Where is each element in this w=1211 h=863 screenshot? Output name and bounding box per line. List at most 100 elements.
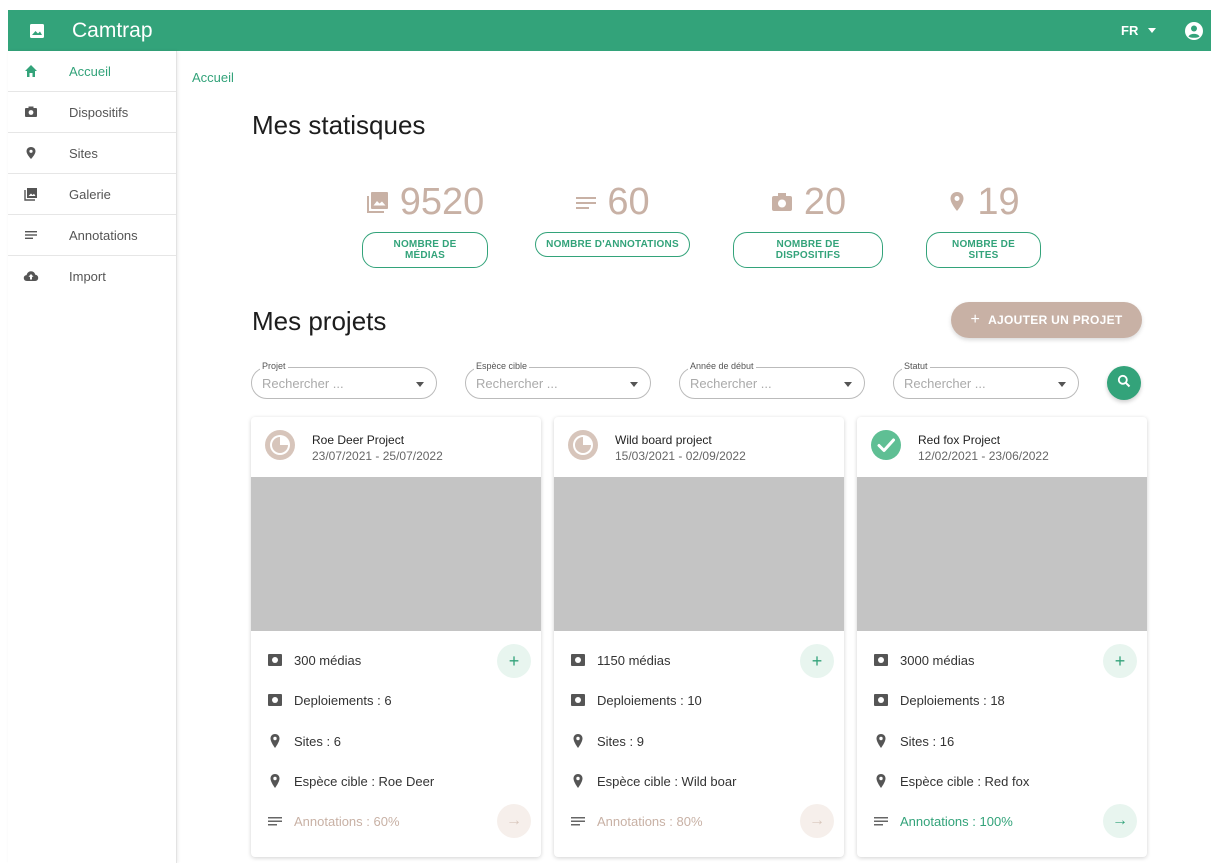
card-medias: 3000 médias (900, 652, 975, 668)
project-name: Wild board project (615, 433, 712, 447)
cloud-upload-icon (23, 268, 39, 284)
filter-label: Espèce cible (474, 361, 530, 371)
project-card[interactable]: Wild board project 15/03/2021 - 02/09/20… (554, 417, 844, 857)
sidebar-item-label: Annotations (69, 227, 138, 243)
card-species-row: Espèce cible : Red fox (872, 771, 1029, 791)
arrow-right-icon: → (506, 812, 522, 829)
sidebar: Accueil Dispositifs Sites Galerie Annota… (8, 51, 177, 863)
image-icon (366, 181, 390, 224)
stat-value: 20 (803, 180, 847, 223)
camera-icon (872, 651, 890, 669)
filter-label: Projet (260, 361, 288, 371)
filter-placeholder: Rechercher ... (690, 376, 772, 391)
card-annotations-row: Annotations : 60% (266, 811, 400, 831)
search-button[interactable] (1107, 366, 1141, 400)
card-sites-row: Sites : 6 (266, 731, 341, 751)
add-media-button[interactable]: + (1103, 644, 1137, 678)
card-species: Espèce cible : Red fox (900, 773, 1030, 789)
filter-label: Année de début (688, 361, 756, 371)
location-pin-icon (872, 772, 890, 790)
sidebar-item-sites[interactable]: Sites (8, 133, 176, 174)
search-icon (1117, 374, 1131, 393)
card-medias: 300 médias (294, 652, 362, 668)
plus-icon: + (508, 650, 520, 671)
add-media-button[interactable]: + (497, 644, 531, 678)
add-project-button[interactable]: + AJOUTER UN PROJET (951, 302, 1142, 338)
card-sites: Sites : 6 (294, 733, 341, 749)
card-annotations: Annotations : 80% (597, 813, 703, 829)
sidebar-item-import[interactable]: Import (8, 256, 176, 297)
card-medias-row: 3000 médias (872, 650, 974, 670)
card-sites: Sites : 9 (597, 733, 644, 749)
card-annotations-row: Annotations : 80% (569, 811, 703, 831)
card-species-row: Espèce cible : Roe Deer (266, 771, 434, 791)
card-deployments: Deploiements : 10 (597, 692, 702, 708)
caret-down-icon (630, 382, 638, 387)
breadcrumb[interactable]: Accueil (192, 70, 234, 85)
project-dates: 23/07/2021 - 25/07/2022 (312, 449, 443, 463)
sidebar-item-label: Accueil (69, 63, 111, 79)
stat-label-pill: NOMBRE DE MÉDIAS (362, 232, 488, 268)
open-annotations-button[interactable]: → (1103, 804, 1137, 838)
project-name: Red fox Project (918, 433, 1001, 447)
project-card[interactable]: Red fox Project 12/02/2021 - 23/06/2022 … (857, 417, 1147, 857)
card-deployments-row: Deploiements : 10 (569, 690, 702, 710)
gallery-icon (23, 186, 39, 202)
card-header: Wild board project 15/03/2021 - 02/09/20… (554, 417, 844, 477)
check-circle-icon (870, 429, 902, 461)
camera-icon (770, 181, 794, 224)
project-card[interactable]: Roe Deer Project 23/07/2021 - 25/07/2022… (251, 417, 541, 857)
filter-placeholder: Rechercher ... (262, 376, 344, 391)
stat-label-pill: NOMBRE DE DISPOSITIFS (733, 232, 883, 268)
image-icon (28, 22, 46, 40)
plus-icon: + (811, 650, 823, 671)
language-label: FR (1121, 23, 1139, 38)
camera-icon (569, 691, 587, 709)
project-image-placeholder (554, 477, 844, 631)
filter-placeholder: Rechercher ... (476, 376, 558, 391)
filter-projet[interactable]: Projet Rechercher ... (251, 361, 437, 399)
project-image-placeholder (857, 477, 1147, 631)
card-sites: Sites : 16 (900, 733, 955, 749)
add-media-button[interactable]: + (800, 644, 834, 678)
location-pin-icon (872, 732, 890, 750)
sidebar-item-galerie[interactable]: Galerie (8, 174, 176, 215)
card-header: Red fox Project 12/02/2021 - 23/06/2022 (857, 417, 1147, 477)
caret-down-icon (416, 382, 424, 387)
filter-label: Statut (902, 361, 930, 371)
filter-statut[interactable]: Statut Rechercher ... (893, 361, 1079, 399)
sidebar-item-dispositifs[interactable]: Dispositifs (8, 92, 176, 133)
language-selector[interactable]: FR (1121, 23, 1157, 38)
card-deployments-row: Deploiements : 18 (872, 690, 1005, 710)
card-annotations: Annotations : 100% (900, 813, 1013, 829)
project-dates: 12/02/2021 - 23/06/2022 (918, 449, 1049, 463)
lines-icon (872, 812, 890, 830)
card-medias: 1150 médias (597, 652, 671, 668)
card-medias-row: 300 médias (266, 650, 361, 670)
location-pin-icon (569, 732, 587, 750)
plus-icon: + (970, 311, 981, 328)
sidebar-item-annotations[interactable]: Annotations (8, 215, 176, 256)
sidebar-item-label: Dispositifs (69, 104, 129, 120)
card-species: Espèce cible : Wild boar (597, 773, 737, 789)
filter-espece-cible[interactable]: Espèce cible Rechercher ... (465, 361, 651, 399)
card-sites-row: Sites : 16 (872, 731, 954, 751)
camera-icon (569, 651, 587, 669)
open-annotations-button[interactable]: → (800, 804, 834, 838)
sidebar-item-label: Sites (69, 145, 98, 161)
open-annotations-button[interactable]: → (497, 804, 531, 838)
account-icon[interactable] (1184, 21, 1204, 41)
location-pin-icon (947, 181, 967, 224)
lines-icon (575, 181, 597, 224)
card-annotations-row: Annotations : 100% (872, 811, 1013, 831)
sidebar-item-accueil[interactable]: Accueil (8, 51, 176, 92)
filter-annee-debut[interactable]: Année de début Rechercher ... (679, 361, 865, 399)
stat-value: 19 (977, 180, 1020, 223)
stat-value: 9520 (399, 180, 485, 223)
card-annotations: Annotations : 60% (294, 813, 400, 829)
camera-icon (266, 651, 284, 669)
camera-icon (266, 691, 284, 709)
camera-icon (23, 104, 39, 120)
filter-placeholder: Rechercher ... (904, 376, 986, 391)
card-deployments: Deploiements : 18 (900, 692, 1005, 708)
